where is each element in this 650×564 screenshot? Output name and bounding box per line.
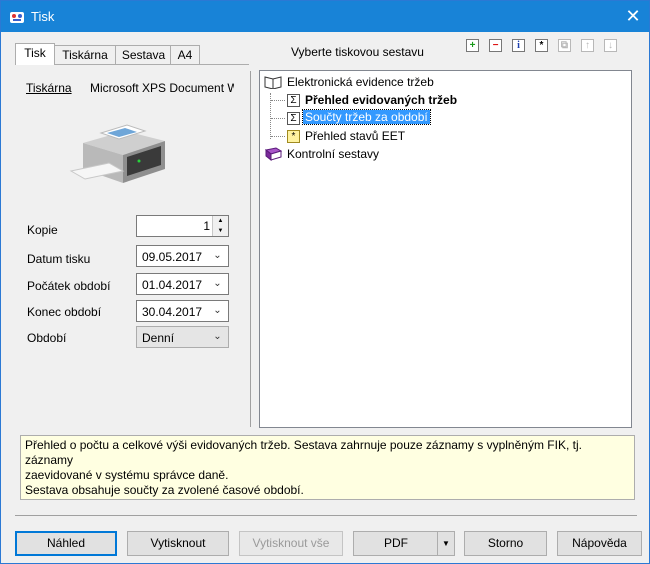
period-select[interactable]: Denní ⌄	[136, 326, 229, 348]
tab-sestava[interactable]: Sestava	[115, 45, 172, 64]
preview-button-label: Náhled	[46, 536, 86, 550]
move-down-icon[interactable]: ↓	[604, 39, 617, 52]
button-separator	[15, 515, 637, 516]
close-button[interactable]: ✕	[617, 1, 649, 32]
cancel-button-label: Storno	[487, 536, 524, 550]
sigma-icon: Σ	[287, 94, 300, 107]
tree-item-label: Přehled stavů EET	[305, 129, 406, 143]
tab-a4[interactable]: A4	[170, 45, 200, 64]
print-date-label: Datum tisku	[27, 252, 91, 266]
tree-guide	[271, 136, 285, 137]
window-title: Tisk	[31, 9, 55, 24]
help-button[interactable]: Nápověda	[557, 531, 642, 556]
move-up-icon[interactable]: ↑	[581, 39, 594, 52]
new-icon[interactable]: *	[535, 39, 548, 52]
sigma-icon: Σ	[287, 112, 300, 125]
help-button-label: Nápověda	[572, 536, 627, 550]
open-book-icon	[264, 76, 282, 89]
close-icon: ✕	[625, 6, 641, 26]
description-line: Sestava obsahuje součty za zvolené časov…	[25, 483, 304, 497]
pdf-button[interactable]: PDF ▼	[353, 531, 455, 556]
printer-icon	[69, 124, 165, 183]
print-dialog: Tisk ✕ Tisk Tiskárna Sestava A4 Tiskárna…	[0, 0, 650, 564]
period-start-picker[interactable]: 01.04.2017 ⌄	[136, 273, 229, 295]
period-end-value: 30.04.2017	[142, 305, 203, 319]
print-button-label: Vytisknout	[150, 536, 206, 550]
app-icon	[10, 12, 24, 23]
remove-icon[interactable]: −	[489, 39, 502, 52]
tree-group-label: Kontrolní sestavy	[287, 147, 380, 161]
panel-divider	[250, 71, 251, 427]
add-icon[interactable]: +	[466, 39, 479, 52]
title-bar: Tisk ✕	[1, 1, 649, 32]
tree-group-label: Elektronická evidence tržeb	[287, 75, 434, 89]
report-panel-title: Vyberte tiskovou sestavu	[291, 45, 424, 59]
copies-spinner[interactable]: 1 ▲ ▼	[136, 215, 229, 237]
printer-label[interactable]: Tiskárna	[26, 81, 72, 95]
tree-item-label: Přehled evidovaných tržeb	[305, 93, 458, 107]
description-line: Přehled o počtu a celkové výši evidovaný…	[25, 438, 582, 467]
chevron-down-icon[interactable]: ⌄	[207, 246, 228, 266]
star-icon: *	[287, 130, 300, 143]
report-description: Přehled o počtu a celkové výši evidovaný…	[20, 435, 635, 500]
info-icon[interactable]: i	[512, 39, 525, 52]
copies-value: 1	[203, 219, 210, 233]
copy-icon[interactable]: ⧉	[558, 39, 571, 52]
spin-down-icon[interactable]: ▼	[212, 226, 228, 236]
print-date-picker[interactable]: 09.05.2017 ⌄	[136, 245, 229, 267]
period-end-label: Konec období	[27, 305, 102, 319]
tree-item-label-selected: Součty tržeb za období	[302, 109, 431, 125]
print-date-value: 09.05.2017	[142, 250, 203, 264]
tree-guide	[271, 100, 285, 101]
chevron-down-icon[interactable]: ⌄	[207, 327, 228, 347]
tab-tiskarna[interactable]: Tiskárna	[53, 45, 117, 64]
pdf-button-label: PDF	[384, 536, 408, 550]
copies-label: Kopie	[27, 223, 58, 237]
period-end-picker[interactable]: 30.04.2017 ⌄	[136, 300, 229, 322]
cancel-button[interactable]: Storno	[464, 531, 547, 556]
period-label: Období	[27, 331, 67, 345]
report-tree[interactable]: Elektronická evidence tržeb Σ Přehled ev…	[259, 70, 632, 428]
period-start-value: 01.04.2017	[142, 278, 203, 292]
preview-button[interactable]: Náhled	[15, 531, 117, 556]
print-all-button[interactable]: Vytisknout vše	[239, 531, 343, 556]
print-all-button-label: Vytisknout vše	[252, 536, 330, 550]
printer-name: Microsoft XPS Document W	[90, 81, 234, 95]
period-value: Denní	[142, 331, 175, 345]
tree-guide	[271, 118, 285, 119]
tab-tisk[interactable]: Tisk	[15, 43, 55, 65]
print-button[interactable]: Vytisknout	[127, 531, 229, 556]
dropdown-arrow-icon[interactable]: ▼	[437, 532, 454, 555]
chevron-down-icon[interactable]: ⌄	[207, 301, 228, 321]
book-icon	[264, 147, 282, 161]
description-line: zaevidované v systému správce daně.	[25, 468, 229, 482]
period-start-label: Počátek období	[27, 279, 111, 293]
chevron-down-icon[interactable]: ⌄	[207, 274, 228, 294]
